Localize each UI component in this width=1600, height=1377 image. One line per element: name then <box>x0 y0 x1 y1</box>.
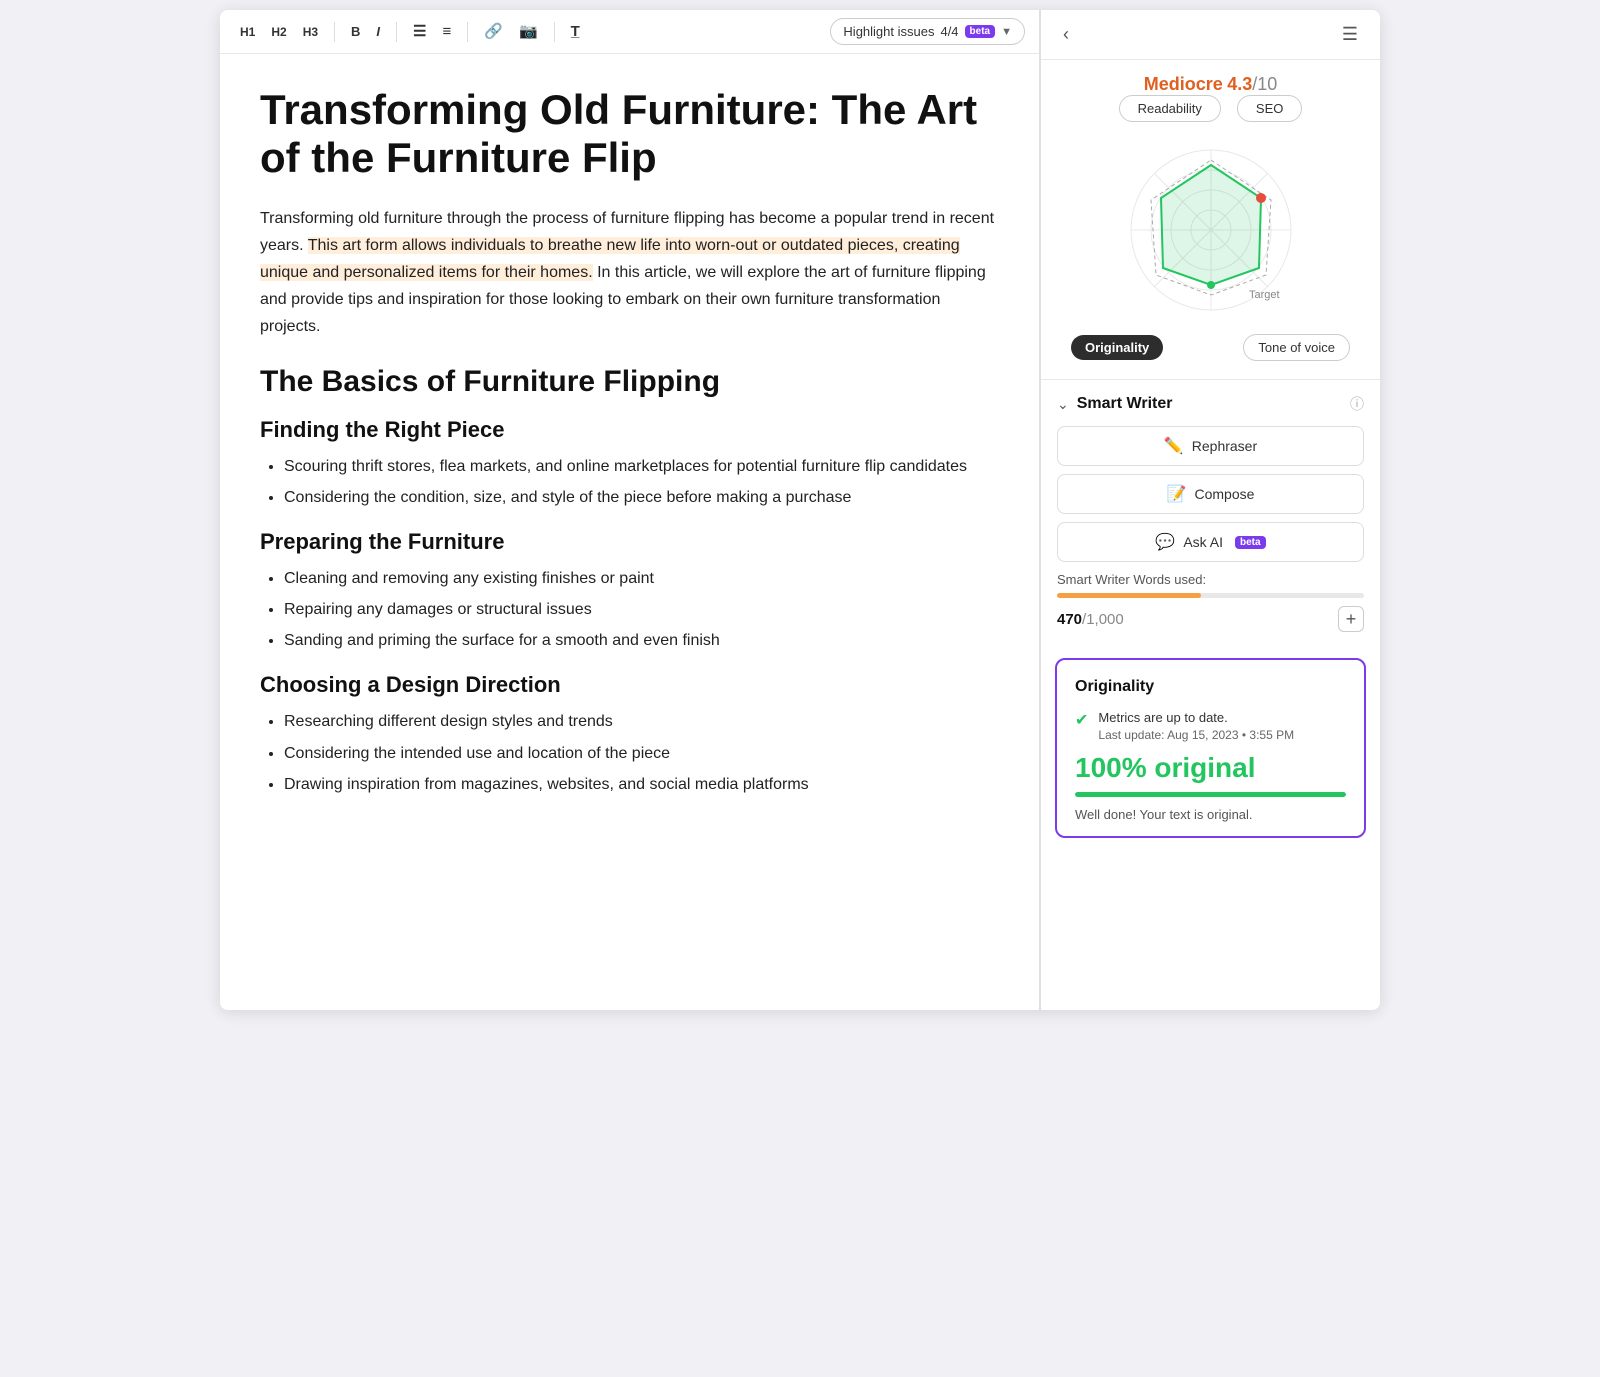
orig-well-done: Well done! Your text is original. <box>1075 807 1346 822</box>
link-button[interactable]: 🔗 <box>478 20 509 43</box>
h2-button[interactable]: H2 <box>265 22 292 42</box>
orig-progress-fill <box>1075 792 1346 797</box>
ordered-list-button[interactable]: ☰ <box>407 20 432 43</box>
editor-content[interactable]: Transforming Old Furniture: The Art of t… <box>220 54 1039 1010</box>
ask-ai-icon: 💬 <box>1155 532 1175 552</box>
h3-finding: Finding the Right Piece <box>260 417 999 443</box>
chevron-down-icon: ▼ <box>1001 26 1012 38</box>
highlight-label: Highlight issues <box>843 24 934 39</box>
compose-label: Compose <box>1195 486 1255 502</box>
words-limit: /1,000 <box>1082 611 1124 628</box>
compose-icon: 📝 <box>1167 484 1187 504</box>
radar-labels: Originality Tone of voice <box>1057 334 1364 361</box>
originality-tab[interactable]: Originality <box>1071 335 1163 360</box>
smart-writer-section: ⌄ Smart Writer ⓘ ✏️ Rephraser 📝 Compose … <box>1041 379 1380 646</box>
radar-svg: Target <box>1111 130 1311 330</box>
divider-4 <box>554 22 555 42</box>
toolbar: H1 H2 H3 B I ☰ ≡ 🔗 📷 T̲ Highl <box>220 10 1039 54</box>
list-finding: Scouring thrift stores, flea markets, an… <box>260 453 999 511</box>
rephraser-button[interactable]: ✏️ Rephraser <box>1057 426 1364 466</box>
list-item: Researching different design styles and … <box>284 708 999 735</box>
right-sidebar: ‹ ☰ Mediocre 4.3/10 Readability SEO <box>1040 10 1380 1010</box>
divider-1 <box>334 22 335 42</box>
list-item: Cleaning and removing any existing finis… <box>284 565 999 592</box>
list-item: Considering the condition, size, and sty… <box>284 484 999 511</box>
beta-badge: beta <box>965 25 996 38</box>
score-section: Mediocre 4.3/10 Readability SEO <box>1041 60 1380 379</box>
sw-chevron-icon[interactable]: ⌄ <box>1057 396 1069 413</box>
ask-ai-button[interactable]: 💬 Ask AI beta <box>1057 522 1364 562</box>
h3-button[interactable]: H3 <box>297 22 324 42</box>
smart-writer-header: ⌄ Smart Writer ⓘ <box>1057 394 1364 414</box>
originality-check-row: ✔ Metrics are up to date. Last update: A… <box>1075 708 1346 742</box>
intro-paragraph: Transforming old furniture through the p… <box>260 205 999 341</box>
smart-writer-title: Smart Writer <box>1077 395 1173 413</box>
divider-3 <box>467 22 468 42</box>
tone-of-voice-tab[interactable]: Tone of voice <box>1243 334 1350 361</box>
svg-text:Target: Target <box>1249 289 1280 301</box>
h3-design: Choosing a Design Direction <box>260 672 999 698</box>
ask-ai-label: Ask AI <box>1183 534 1223 550</box>
format-clear-button[interactable]: T̲ <box>565 20 586 43</box>
article-title: Transforming Old Furniture: The Art of t… <box>260 86 999 183</box>
h1-button[interactable]: H1 <box>234 22 261 42</box>
info-icon[interactable]: ⓘ <box>1350 394 1364 414</box>
score-tabs: Readability SEO <box>1057 95 1364 122</box>
bold-button[interactable]: B <box>345 21 366 42</box>
originality-card-title: Originality <box>1075 678 1346 696</box>
list-buttons: ☰ ≡ <box>407 20 457 43</box>
words-used-label: Smart Writer Words used: <box>1057 572 1364 587</box>
format-buttons: B I <box>345 21 386 42</box>
score-label: Mediocre <box>1144 74 1223 94</box>
words-count: 470/1,000 <box>1057 611 1124 628</box>
score-number: 4.3 <box>1227 74 1252 94</box>
list-item: Repairing any damages or structural issu… <box>284 596 999 623</box>
check-icon: ✔ <box>1075 710 1088 730</box>
words-progress-bar <box>1057 593 1364 598</box>
tab-seo[interactable]: SEO <box>1237 95 1302 122</box>
smart-writer-title-row: ⌄ Smart Writer <box>1057 395 1172 413</box>
orig-check-text: Metrics are up to date. <box>1098 708 1294 728</box>
image-button[interactable]: 📷 <box>513 20 544 43</box>
italic-button[interactable]: I <box>370 21 386 42</box>
divider-2 <box>396 22 397 42</box>
rephraser-icon: ✏️ <box>1164 436 1184 456</box>
tab-readability[interactable]: Readability <box>1119 95 1221 122</box>
highlight-issues-button[interactable]: Highlight issues 4/4 beta ▼ <box>830 18 1025 45</box>
sidebar-header: ‹ ☰ <box>1041 10 1380 60</box>
words-count-row: 470/1,000 + <box>1057 606 1364 632</box>
rephraser-label: Rephraser <box>1192 438 1257 454</box>
orig-percent: 100% original <box>1075 752 1346 784</box>
ask-ai-beta-badge: beta <box>1235 536 1266 549</box>
list-preparing: Cleaning and removing any existing finis… <box>260 565 999 655</box>
score-display: Mediocre 4.3/10 <box>1057 74 1364 95</box>
list-item: Scouring thrift stores, flea markets, an… <box>284 453 999 480</box>
orig-progress-bar <box>1075 792 1346 797</box>
list-item: Drawing inspiration from magazines, webs… <box>284 771 999 798</box>
list-item: Considering the intended use and locatio… <box>284 740 999 767</box>
orig-check-subtext: Last update: Aug 15, 2023 • 3:55 PM <box>1098 728 1294 742</box>
heading-buttons: H1 H2 H3 <box>234 22 324 42</box>
list-design: Researching different design styles and … <box>260 708 999 798</box>
compose-button[interactable]: 📝 Compose <box>1057 474 1364 514</box>
radar-chart: Target <box>1111 130 1311 330</box>
list-item: Sanding and priming the surface for a sm… <box>284 627 999 654</box>
h2-basics: The Basics of Furniture Flipping <box>260 365 999 399</box>
highlight-count: 4/4 <box>940 24 958 39</box>
h3-preparing: Preparing the Furniture <box>260 529 999 555</box>
score-total: /10 <box>1252 74 1277 94</box>
words-used: 470 <box>1057 611 1082 628</box>
unordered-list-button[interactable]: ≡ <box>437 20 458 43</box>
sidebar-collapse-button[interactable]: ‹ <box>1057 22 1075 47</box>
orig-check-text-block: Metrics are up to date. Last update: Aug… <box>1098 708 1294 742</box>
app-container: H1 H2 H3 B I ☰ ≡ 🔗 📷 T̲ Highl <box>220 10 1380 1010</box>
insert-buttons: 🔗 📷 <box>478 20 543 43</box>
sidebar-menu-button[interactable]: ☰ <box>1336 22 1364 47</box>
words-progress-fill <box>1057 593 1201 598</box>
editor-panel: H1 H2 H3 B I ☰ ≡ 🔗 📷 T̲ Highl <box>220 10 1040 1010</box>
originality-card: Originality ✔ Metrics are up to date. La… <box>1055 658 1366 838</box>
add-words-button[interactable]: + <box>1338 606 1364 632</box>
